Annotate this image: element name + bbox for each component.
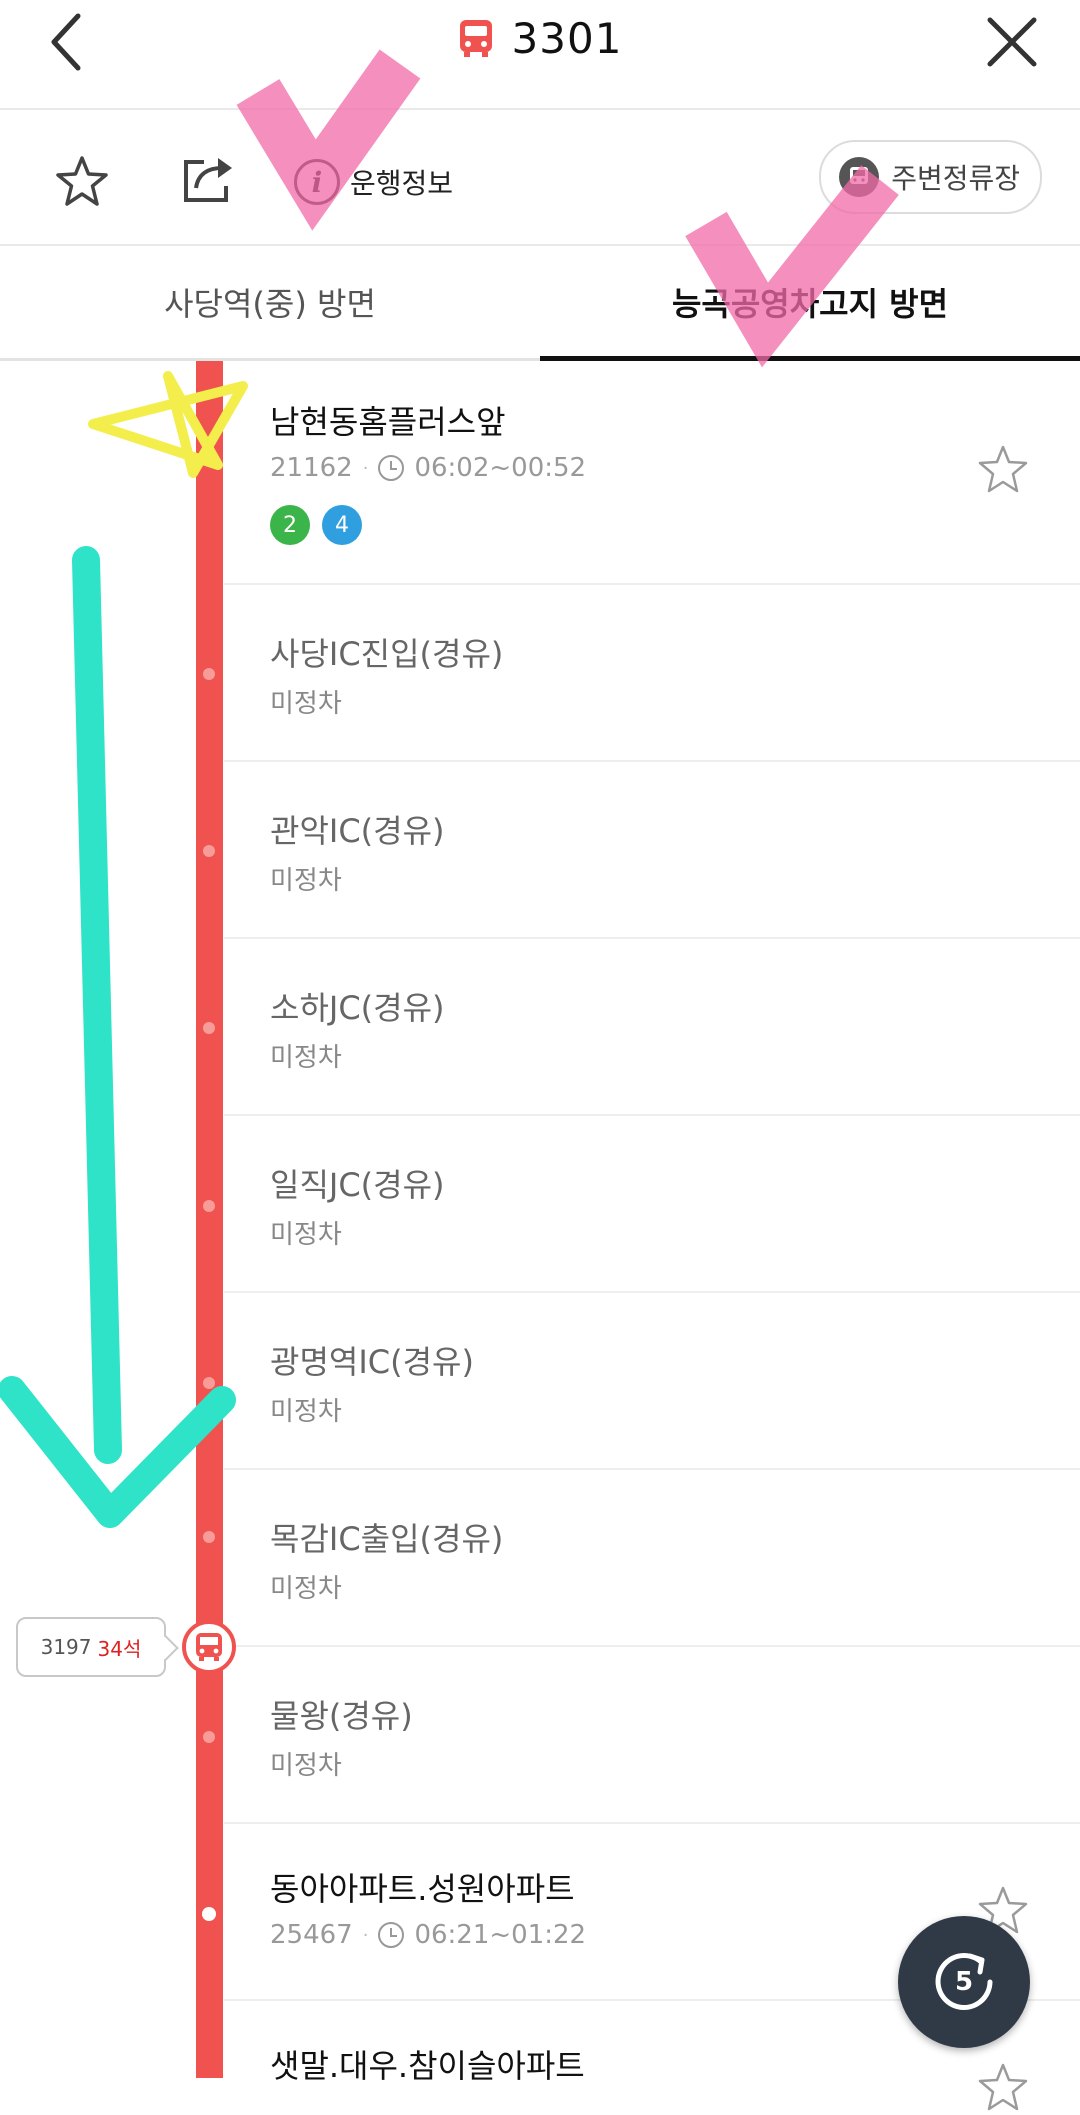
bus-stop-icon <box>839 157 880 197</box>
stop-node <box>203 1377 215 1389</box>
star-icon[interactable] <box>976 2061 1030 2115</box>
teal-arrow-doodle <box>0 546 236 1528</box>
stop-node <box>203 1200 215 1212</box>
bus-info-bubble[interactable]: 3197 34석 <box>16 1617 166 1677</box>
nearby-stops-button[interactable]: 주변정류장 <box>819 140 1042 214</box>
stop-node <box>203 1531 215 1543</box>
stop-status: 미정차 <box>270 1751 342 1781</box>
stop-status: 미정차 <box>270 1220 342 1250</box>
bus-plate: 3197 <box>40 1635 92 1659</box>
list-item[interactable]: 일직JC(경유) 미정차 <box>224 1116 1080 1293</box>
stop-node <box>203 668 215 680</box>
stop-name: 물왕(경유) <box>270 1697 413 1735</box>
operation-info-button[interactable]: i 운행정보 <box>294 154 453 210</box>
stop-name: 목감IC출입(경유) <box>270 1520 504 1558</box>
refresh-button[interactable]: 5 <box>898 1916 1030 2048</box>
tab-neunggok-direction[interactable]: 능곡공영차고지 방면 <box>540 246 1080 361</box>
action-row: i 운행정보 주변정류장 <box>0 110 1080 246</box>
title-area: 3301 <box>0 8 1080 68</box>
list-item[interactable]: 광명역IC(경유) 미정차 <box>224 1293 1080 1470</box>
stop-name: 소하JC(경유) <box>270 989 445 1027</box>
stop-status: 미정차 <box>270 1397 342 1427</box>
stop-name: 광명역IC(경유) <box>270 1343 474 1381</box>
stop-name: 일직JC(경유) <box>270 1166 445 1204</box>
info-icon: i <box>294 159 340 205</box>
list-item[interactable]: 남현동홈플러스앞 21162 · 06:02~00:52 2 4 <box>224 361 1080 585</box>
meta-separator: · <box>362 1924 369 1946</box>
list-item[interactable]: 소하JC(경유) 미정차 <box>224 939 1080 1116</box>
star-icon[interactable] <box>976 443 1030 497</box>
stop-hours: 06:21~01:22 <box>414 1920 587 1950</box>
clock-icon <box>378 455 405 481</box>
list-item[interactable]: 물왕(경유) 미정차 <box>224 1647 1080 1824</box>
list-item[interactable]: 관악IC(경유) 미정차 <box>224 762 1080 939</box>
top-bar: 3301 <box>0 0 1080 110</box>
tab-sadang-direction[interactable]: 사당역(중) 방면 <box>0 246 540 358</box>
stop-node <box>203 1022 215 1034</box>
stop-node <box>202 1907 216 1921</box>
route-line <box>196 361 223 2078</box>
stop-meta: 21162 · 06:02~00:52 <box>270 453 586 483</box>
stop-status: 미정차 <box>270 1043 342 1073</box>
subway-line-badge: 2 <box>270 505 310 545</box>
stop-id: 21162 <box>270 453 353 483</box>
route-number: 3301 <box>511 13 623 63</box>
stop-name: 사당IC진입(경유) <box>270 635 504 673</box>
list-item[interactable]: 목감IC출입(경유) 미정차 <box>224 1470 1080 1647</box>
stop-name: 관악IC(경유) <box>270 812 445 850</box>
subway-lines: 2 4 <box>270 505 362 545</box>
bus-icon <box>196 1633 222 1661</box>
stop-meta: 25467 · 06:21~01:22 <box>270 1920 586 1950</box>
stop-node <box>203 845 215 857</box>
stop-hours: 06:02~00:52 <box>414 453 587 483</box>
refresh-countdown: 5 <box>954 1967 974 1997</box>
bus-seats: 34석 <box>97 1636 142 1661</box>
bus-location-marker[interactable] <box>182 1620 236 1674</box>
share-icon[interactable] <box>182 154 234 204</box>
stop-status: 미정차 <box>270 866 342 896</box>
stop-status: 미정차 <box>270 1574 342 1604</box>
favorite-star-icon[interactable] <box>54 154 110 210</box>
clock-icon <box>378 1922 405 1948</box>
bus-icon <box>459 20 492 57</box>
nearby-stops-label: 주변정류장 <box>891 162 1020 195</box>
stop-name: 남현동홈플러스앞 <box>270 403 506 441</box>
close-icon[interactable] <box>980 10 1044 74</box>
list-item[interactable]: 사당IC진입(경유) 미정차 <box>224 585 1080 762</box>
stop-node <box>203 1731 215 1743</box>
direction-tabs: 사당역(중) 방면 능곡공영차고지 방면 <box>0 246 1080 361</box>
operation-info-label: 운행정보 <box>350 167 454 200</box>
stop-name: 동아아파트.성원아파트 <box>270 1870 575 1908</box>
subway-line-badge: 4 <box>322 505 362 545</box>
meta-separator: · <box>362 457 369 479</box>
stop-status: 미정차 <box>270 689 342 719</box>
stop-name: 샛말.대우.참이슬아파트 <box>270 2047 585 2085</box>
stop-id: 25467 <box>270 1920 353 1950</box>
